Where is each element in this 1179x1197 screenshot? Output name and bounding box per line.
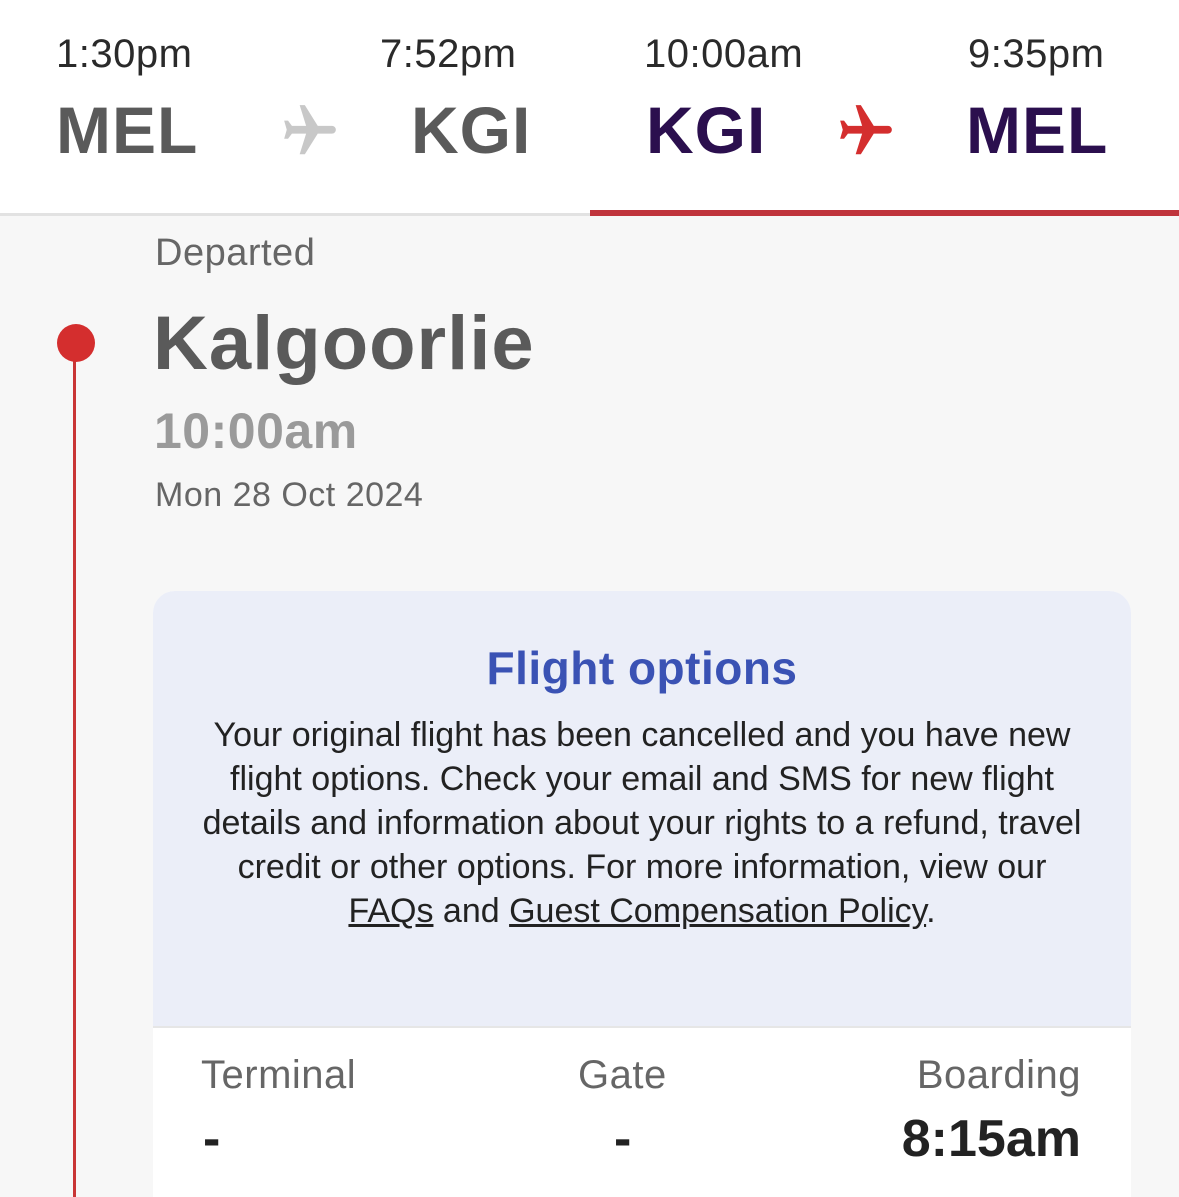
- timeline-dot: [57, 324, 95, 362]
- return-arrive-time: 9:35pm: [968, 32, 1105, 76]
- flight-options-title: Flight options: [486, 642, 798, 694]
- boarding-value: 8:15am: [901, 1110, 1081, 1168]
- card-divider: [153, 1026, 1131, 1028]
- return-depart-time: 10:00am: [644, 32, 804, 76]
- boarding-label: Boarding: [916, 1053, 1081, 1097]
- gate-value: -: [614, 1110, 632, 1168]
- plane-icon: [840, 105, 892, 155]
- outbound-origin-code: MEL: [56, 93, 199, 167]
- timeline-line: [73, 343, 76, 1197]
- message-and-text: and: [433, 892, 510, 930]
- outbound-depart-time: 1:30pm: [56, 32, 193, 76]
- outbound-destination-code: KGI: [411, 93, 532, 167]
- return-origin-code: KGI: [646, 93, 767, 167]
- flight-options-card: Flight options Your original flight has …: [153, 591, 1131, 1197]
- flight-options-message: Your original flight has been cancelled …: [193, 713, 1091, 933]
- segment-time: 10:00am: [154, 403, 358, 459]
- message-end-text: .: [926, 892, 936, 930]
- segment-city: Kalgoorlie: [153, 301, 535, 386]
- plane-icon: [284, 105, 336, 155]
- return-destination-code: MEL: [966, 93, 1109, 167]
- faqs-link[interactable]: FAQs: [348, 892, 433, 930]
- cancellation-notice: Flight options Your original flight has …: [153, 591, 1131, 1026]
- message-text: Your original flight has been cancelled …: [202, 716, 1082, 886]
- terminal-label: Terminal: [201, 1053, 357, 1097]
- segment-date: Mon 28 Oct 2024: [155, 476, 424, 514]
- tab-outbound-flight[interactable]: 1:30pm 7:52pm MEL KGI: [0, 0, 590, 213]
- flight-details-page: 1:30pm 7:52pm MEL KGI 10:00am 9:35pm KGI…: [0, 0, 1179, 1197]
- terminal-value: -: [203, 1110, 221, 1168]
- flight-tabs: 1:30pm 7:52pm MEL KGI 10:00am 9:35pm KGI…: [0, 0, 1179, 216]
- guest-compensation-policy-link[interactable]: Guest Compensation Policy: [509, 892, 926, 930]
- tab-return-flight[interactable]: 10:00am 9:35pm KGI MEL: [590, 0, 1179, 216]
- outbound-arrive-time: 7:52pm: [380, 32, 517, 76]
- active-tab-indicator: [590, 210, 1179, 216]
- segment-status: Departed: [155, 232, 316, 274]
- gate-label: Gate: [578, 1053, 667, 1097]
